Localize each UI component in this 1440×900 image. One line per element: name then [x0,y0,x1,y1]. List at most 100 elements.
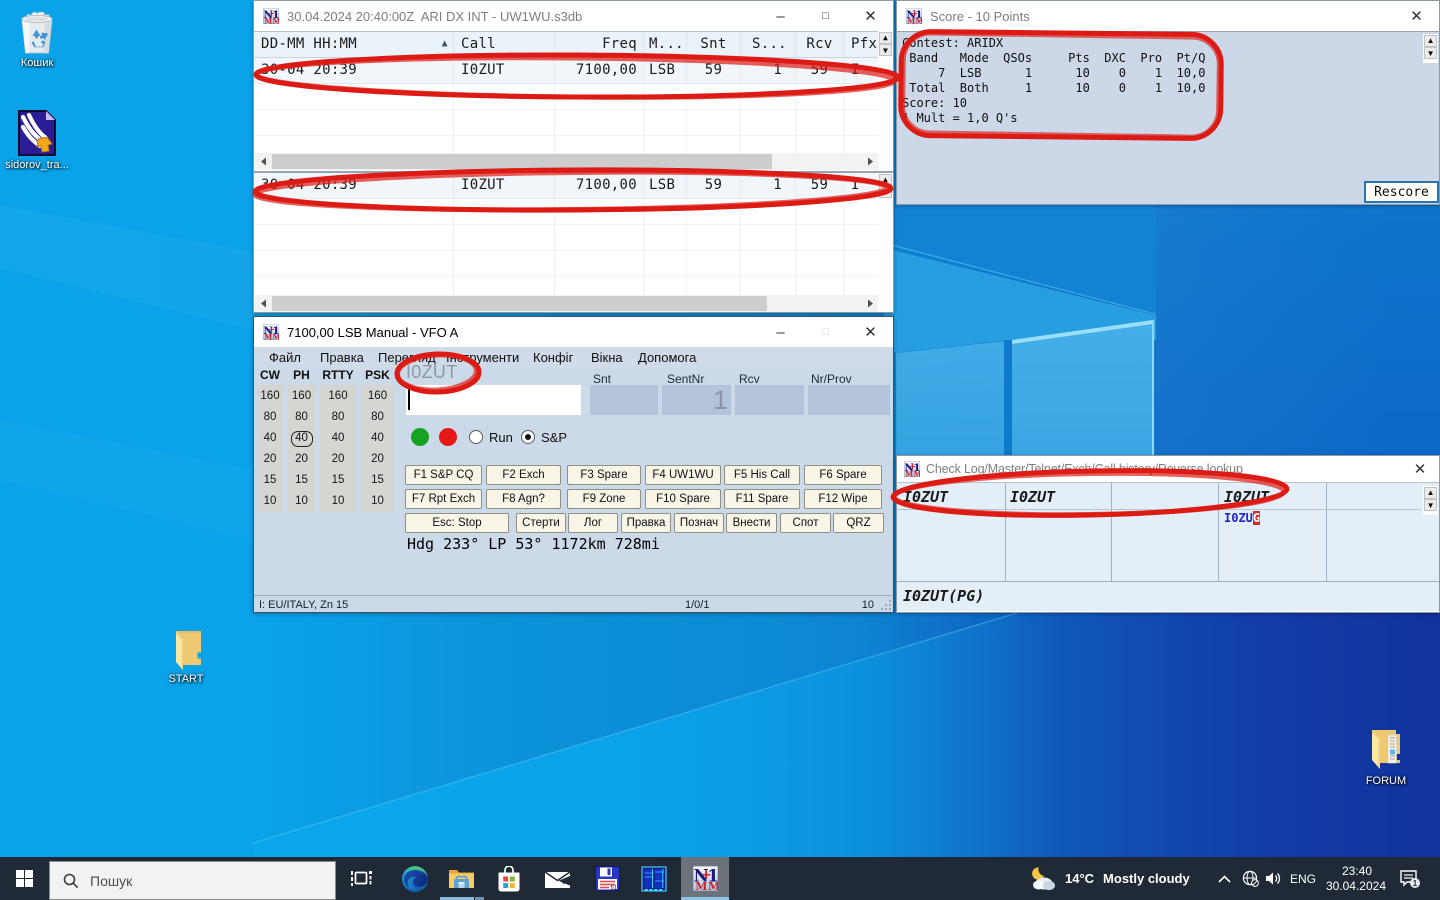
log-cell[interactable]: 59 [687,58,741,83]
band-15-psk[interactable]: 15 [361,474,394,486]
log-cell[interactable] [741,225,796,250]
log-cell[interactable] [555,251,644,276]
log-upper-hscrollbar[interactable] [255,153,879,170]
log-close-button[interactable]: ✕ [848,1,893,31]
log-cell[interactable]: 30-04 20:39 [254,173,454,198]
log-cell[interactable] [741,277,796,295]
tray-weather[interactable]: 14°C Mostly cloudy [1030,857,1200,900]
check-partial-match[interactable]: I0ZUG [1224,511,1260,525]
log-cell[interactable]: 59 [687,173,741,198]
fkey-button-f5[interactable]: F5 His Call [724,465,800,485]
log-empty-row[interactable] [254,277,893,295]
log-cell[interactable] [796,136,844,154]
log-cell[interactable] [687,84,741,109]
fkey-button-f3[interactable]: F3 Spare [567,465,641,485]
fkey-button-f2[interactable]: F2 Exch [486,465,561,485]
sentnr-input[interactable]: 1 [662,385,731,415]
log-cell[interactable]: LSB [644,58,687,83]
log-empty-row[interactable] [254,136,893,154]
log-cell[interactable] [844,225,878,250]
scroll-down-icon[interactable]: ▼ [879,44,893,56]
log-cell[interactable] [254,84,454,109]
taskbar-search[interactable]: Пошук [49,861,336,900]
log-cell[interactable] [741,84,796,109]
band-160-psk[interactable]: 160 [361,390,394,402]
log-cell[interactable] [687,277,741,295]
log-cell[interactable] [454,136,555,154]
taskbar-edge-button[interactable] [391,857,439,900]
log-grid-header[interactable]: DD-MM HH:MM▲ Call Freq M... Snt S... Rcv… [254,31,893,58]
fkey-button-f1[interactable]: F1 S&P CQ [405,465,482,485]
score-close-button[interactable]: ✕ [1394,1,1439,31]
log-cell[interactable] [796,251,844,276]
task-view-button[interactable] [337,857,385,900]
action-button-0[interactable]: Esc: Stop [405,513,509,533]
log-empty-row[interactable] [254,84,893,110]
log-cell[interactable] [844,136,878,154]
log-cell[interactable] [741,199,796,224]
fkey-button-f8[interactable]: F8 Agn? [486,489,561,509]
check-window-titlebar[interactable]: Check Log/Master/Telnet/Exch/Call histor… [897,456,1439,482]
log-window[interactable]: 30.04.2024 20:40:00Z ARI DX INT - UW1WU.… [253,0,894,313]
band-20-psk[interactable]: 20 [361,453,394,465]
fkey-button-f7[interactable]: F7 Rpt Exch [405,489,482,509]
resize-grip-icon[interactable] [880,599,892,611]
band-10-ph[interactable]: 10 [288,495,315,507]
menu-edit[interactable]: Правка [320,350,364,365]
tray-language[interactable]: ENG [1286,857,1320,900]
log-cell[interactable] [687,225,741,250]
log-cell[interactable] [454,199,555,224]
taskbar-n1mm-button[interactable] [681,857,729,900]
tray-clock[interactable]: 23:40 30.04.2024 [1320,857,1386,900]
log-cell[interactable]: 1 [741,173,796,198]
score-window-titlebar[interactable]: Score - 10 Points ✕ [897,1,1439,31]
run-radio[interactable] [469,430,483,444]
band-80-psk[interactable]: 80 [361,411,394,423]
log-cell[interactable]: 7100,00 [555,173,644,198]
log-cell[interactable] [555,84,644,109]
entry-maximize-button[interactable]: □ [803,317,848,347]
log-cell[interactable] [644,199,687,224]
desktop-icon-forum-folder[interactable]: FORUM [1348,727,1424,787]
score-window[interactable]: Score - 10 Points ✕ Contest: ARIDX Band … [896,0,1440,205]
log-cell[interactable] [555,136,644,154]
fkey-button-f12[interactable]: F12 Wipe [804,489,882,509]
log-cell[interactable] [555,110,644,135]
log-empty-row[interactable] [254,199,893,225]
log-cell[interactable]: 59 [796,58,844,83]
band-160-rtty[interactable]: 160 [320,390,356,402]
start-button[interactable] [0,857,48,900]
band-160-ph[interactable]: 160 [288,390,315,402]
log-cell[interactable] [254,251,454,276]
log-lower-vscroll[interactable]: ▲ ▼ [878,173,893,312]
band-10-rtty[interactable]: 10 [320,495,356,507]
log-cell[interactable] [796,84,844,109]
nrprov-input[interactable] [808,385,890,415]
log-cell[interactable] [254,277,454,295]
scroll-up-icon[interactable]: ▲ [879,32,893,44]
action-button-1[interactable]: Стерти [516,513,566,533]
log-cell[interactable]: 7100,00 [555,58,644,83]
log-cell[interactable] [555,199,644,224]
fkey-button-f10[interactable]: F10 Spare [645,489,721,509]
callsign-input[interactable] [406,385,581,415]
desktop-icon-recycle-bin[interactable]: Кошик [0,11,75,69]
log-upper-hscroll-thumb[interactable] [272,154,772,169]
band-40-cw[interactable]: 40 [257,432,283,444]
entry-window[interactable]: 7100,00 LSB Manual - VFO A – □ ✕ Файл Пр… [253,316,894,613]
log-col-rcv[interactable]: Rcv [796,32,844,57]
log-cell[interactable] [454,277,555,295]
entry-minimize-button[interactable]: – [758,317,803,347]
log-cell[interactable]: 59 [796,173,844,198]
log-cell[interactable] [555,277,644,295]
log-cell[interactable] [644,225,687,250]
log-cell[interactable] [844,199,878,224]
log-cell[interactable] [844,84,878,109]
band-20-cw[interactable]: 20 [257,453,283,465]
log-cell[interactable] [796,199,844,224]
band-40-rtty[interactable]: 40 [320,432,356,444]
scroll-up-icon[interactable]: ▲ [1424,35,1438,47]
fkey-button-f11[interactable]: F11 Spare [724,489,800,509]
taskbar-store-button[interactable] [485,857,533,900]
log-cell[interactable] [254,199,454,224]
